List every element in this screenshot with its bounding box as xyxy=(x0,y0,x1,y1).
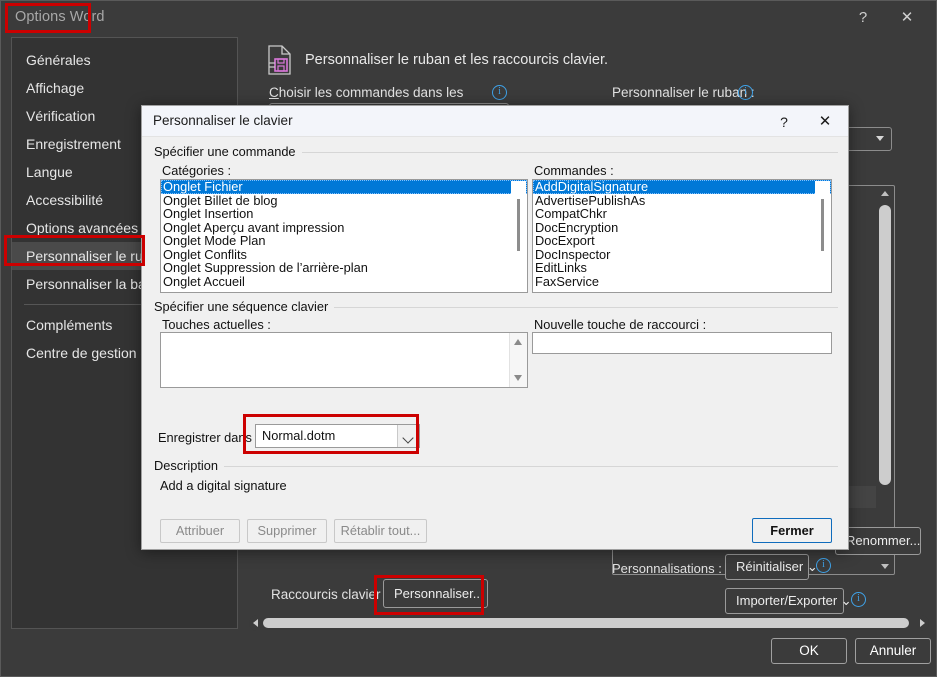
delete-button[interactable]: Supprimer xyxy=(247,519,327,543)
choose-commands-label: Choisir les commandes dans les xyxy=(269,85,464,100)
customize-ribbon-label: Personnaliser le ruban : xyxy=(612,85,755,100)
import-info-icon[interactable]: i xyxy=(851,592,866,607)
list-item[interactable]: FaxService xyxy=(533,274,831,289)
content-header: Personnaliser le ruban et les raccourcis… xyxy=(267,45,608,75)
scroll-down-icon[interactable] xyxy=(881,564,889,569)
commands-list[interactable]: AddDigitalSignature AdvertisePublishAs C… xyxy=(533,180,831,288)
dialog-titlebar: Personnaliser le clavier ? ✕ xyxy=(142,106,848,137)
save-in-value: Normal.dotm xyxy=(262,428,336,443)
categories-label: Catégories : xyxy=(162,163,231,178)
import-export-button[interactable]: Importer/Exporter ⌄ xyxy=(725,588,852,614)
reset-info-icon[interactable]: i xyxy=(816,558,831,573)
shortcuts-label: Raccourcis clavier : xyxy=(271,587,389,602)
customizations-label: Personnalisations : xyxy=(612,561,722,576)
close-dialog-button[interactable]: Fermer xyxy=(752,518,832,543)
new-shortcut-label: Nouvelle touche de raccourci : xyxy=(534,317,707,332)
dialog-close-icon[interactable]: ✕ xyxy=(812,111,838,133)
content-heading: Personnaliser le ruban et les raccourcis… xyxy=(305,52,609,68)
list-item[interactable]: EditLinks xyxy=(533,261,831,275)
specify-command-group: Spécifier une commande xyxy=(154,144,838,159)
screen: Options Word ? ✕ Générales Affichage Vér… xyxy=(0,0,937,677)
save-in-label: Enregistrer dans : xyxy=(158,430,260,445)
reset-all-button[interactable]: Rétablir tout... xyxy=(334,519,427,543)
sidebar-item-generales[interactable]: Générales xyxy=(12,46,237,74)
specify-sequence-group: Spécifier une séquence clavier xyxy=(154,299,838,314)
new-shortcut-input[interactable] xyxy=(532,332,832,354)
description-group: Description xyxy=(154,458,838,473)
scroll-up-icon[interactable] xyxy=(514,339,522,345)
save-in-combo[interactable]: Normal.dotm xyxy=(255,424,420,448)
ribbon-tree-scrollbar[interactable] xyxy=(877,187,893,573)
list-item[interactable]: Onglet Suppression de l’arrière-plan xyxy=(161,261,527,275)
list-item[interactable]: Onglet Mode Plan xyxy=(161,234,527,248)
categories-list[interactable]: Onglet Fichier Onglet Billet de blog Ong… xyxy=(161,180,527,288)
ok-button[interactable]: OK xyxy=(771,638,847,664)
current-keys-label: Touches actuelles : xyxy=(162,317,271,332)
window-titlebar: Options Word ? ✕ xyxy=(1,1,936,33)
list-item[interactable]: Onglet Aperçu avant impression xyxy=(161,220,527,235)
specify-sequence-group-label: Spécifier une séquence clavier xyxy=(154,299,335,314)
commands-scrollbar[interactable] xyxy=(815,181,830,291)
description-text: Add a digital signature xyxy=(160,478,287,493)
chevron-down-icon: ⌄ xyxy=(840,593,852,608)
horizontal-scrollbar[interactable] xyxy=(249,615,929,631)
scroll-up-icon[interactable] xyxy=(881,191,889,196)
list-item[interactable]: DocEncryption xyxy=(533,220,831,235)
scroll-right-icon[interactable] xyxy=(920,619,925,627)
list-item[interactable]: Onglet Fichier xyxy=(161,180,527,194)
categories-listbox[interactable]: Onglet Fichier Onglet Billet de blog Ong… xyxy=(160,179,528,293)
commands-label: Commandes : xyxy=(534,163,614,178)
categories-scrollbar[interactable] xyxy=(511,181,526,291)
current-keys-scrollbar[interactable] xyxy=(509,333,527,387)
assign-button[interactable]: Attribuer xyxy=(160,519,240,543)
scrollbar-thumb[interactable] xyxy=(517,199,520,251)
reset-button-label: Réinitialiser xyxy=(736,559,804,574)
right-info-icon[interactable]: i xyxy=(738,85,753,100)
close-icon[interactable]: ✕ xyxy=(892,5,922,31)
reset-button[interactable]: Réinitialiser ⌄ xyxy=(725,554,818,580)
scroll-left-icon[interactable] xyxy=(253,619,258,627)
sidebar-item-affichage[interactable]: Affichage xyxy=(12,74,237,102)
customize-keyboard-dialog: Personnaliser le clavier ? ✕ Spécifier u… xyxy=(141,105,849,550)
list-item[interactable]: CompatChkr xyxy=(533,207,831,221)
shortcuts-customize-button[interactable]: Personnaliser... xyxy=(383,579,488,608)
customize-ribbon-icon xyxy=(268,45,291,75)
list-item[interactable]: Onglet Insertion xyxy=(161,207,527,221)
help-icon[interactable]: ? xyxy=(848,5,878,31)
left-info-icon[interactable]: i xyxy=(492,85,507,100)
window-title: Options Word xyxy=(15,9,105,25)
list-item[interactable]: DocInspector xyxy=(533,247,831,262)
cancel-button[interactable]: Annuler xyxy=(855,638,931,664)
hscrollbar-thumb[interactable] xyxy=(263,618,909,628)
import-export-button-label: Importer/Exporter xyxy=(736,593,838,608)
scroll-down-icon[interactable] xyxy=(514,375,522,381)
list-item[interactable]: AdvertisePublishAs xyxy=(533,193,831,208)
specify-command-group-label: Spécifier une commande xyxy=(154,144,302,159)
current-keys-textarea[interactable] xyxy=(160,332,528,388)
list-item[interactable]: AddDigitalSignature xyxy=(533,180,831,194)
group-divider xyxy=(154,466,838,467)
scrollbar-thumb[interactable] xyxy=(821,199,824,251)
chevron-down-icon xyxy=(876,136,884,141)
list-item[interactable]: Onglet Billet de blog xyxy=(161,193,527,208)
chevron-down-icon[interactable] xyxy=(397,425,419,447)
list-item[interactable]: DocExport xyxy=(533,234,831,248)
list-item[interactable]: Onglet Conflits xyxy=(161,247,527,262)
dialog-help-icon[interactable]: ? xyxy=(772,111,796,133)
dialog-title: Personnaliser le clavier xyxy=(153,113,293,128)
commands-listbox[interactable]: AddDigitalSignature AdvertisePublishAs C… xyxy=(532,179,832,293)
list-item[interactable]: Onglet Accueil xyxy=(161,274,527,289)
description-group-label: Description xyxy=(154,458,225,473)
scrollbar-thumb[interactable] xyxy=(879,205,891,485)
